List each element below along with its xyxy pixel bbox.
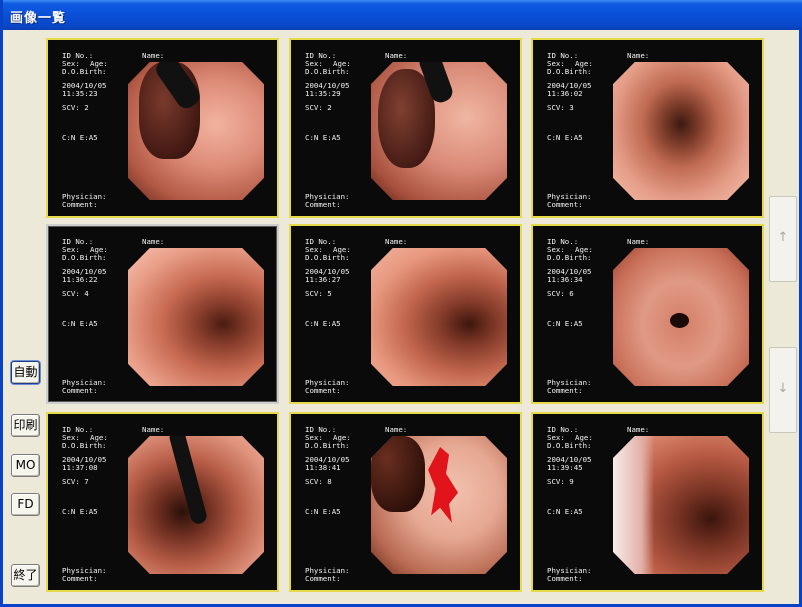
image-list-window: 画像一覧 ID No.: Name: Sex: Age: D.O.Birth: … (0, 0, 802, 607)
scv-value: SCV: 3 (547, 103, 574, 112)
endoscopy-image (371, 62, 507, 200)
capture-time: 11:36:22 (62, 275, 98, 284)
scv-value: SCV: 6 (547, 289, 574, 298)
print-button[interactable]: 印刷 (11, 414, 40, 437)
auto-button[interactable]: 自動 (11, 361, 40, 384)
scv-value: SCV: 2 (305, 103, 332, 112)
endoscopy-image (613, 436, 749, 574)
birth-date-label: D.O.Birth: (305, 67, 350, 76)
birth-date-label: D.O.Birth: (62, 441, 107, 450)
image-tile[interactable]: ID No.: Name: Sex: Age: D.O.Birth: 2004/… (531, 38, 764, 218)
endoscopy-image (128, 436, 264, 574)
comment-label: Comment: (62, 574, 98, 583)
capture-time: 11:39:45 (547, 463, 583, 472)
name-label: Name: (627, 425, 650, 434)
comment-label: Comment: (547, 386, 583, 395)
name-label: Name: (385, 425, 408, 434)
image-tile[interactable]: ID No.: Name: Sex: Age: D.O.Birth: 2004/… (531, 412, 764, 592)
image-tile[interactable]: ID No.: Name: Sex: Age: D.O.Birth: 2004/… (46, 38, 279, 218)
image-tile[interactable]: ID No.: Name: Sex: Age: D.O.Birth: 2004/… (289, 412, 522, 592)
birth-date-label: D.O.Birth: (62, 253, 107, 262)
setting-code: C:N E:A5 (62, 319, 98, 328)
birth-date-label: D.O.Birth: (305, 253, 350, 262)
name-label: Name: (142, 51, 165, 60)
mo-button[interactable]: MO (11, 454, 40, 477)
comment-label: Comment: (305, 574, 341, 583)
comment-label: Comment: (305, 386, 341, 395)
setting-code: C:N E:A5 (547, 133, 583, 142)
name-label: Name: (142, 425, 165, 434)
image-tile[interactable]: ID No.: Name: Sex: Age: D.O.Birth: 2004/… (289, 224, 522, 404)
setting-code: C:N E:A5 (547, 507, 583, 516)
fd-button[interactable]: FD (11, 493, 40, 516)
comment-label: Comment: (547, 200, 583, 209)
scv-value: SCV: 8 (305, 477, 332, 486)
image-tile[interactable]: ID No.: Name: Sex: Age: D.O.Birth: 2004/… (46, 412, 279, 592)
scroll-up-button[interactable]: ↑ (769, 196, 797, 282)
endoscopy-image (128, 248, 264, 386)
endoscopy-image (613, 248, 749, 386)
image-tile[interactable]: ID No.: Name: Sex: Age: D.O.Birth: 2004/… (46, 224, 279, 404)
image-tile[interactable]: ID No.: Name: Sex: Age: D.O.Birth: 2004/… (531, 224, 764, 404)
title-bar[interactable]: 画像一覧 (3, 0, 802, 30)
endoscopy-image (371, 248, 507, 386)
comment-label: Comment: (62, 200, 98, 209)
endoscopy-image (128, 62, 264, 200)
name-label: Name: (385, 51, 408, 60)
capture-time: 11:36:34 (547, 275, 583, 284)
exit-button[interactable]: 終了 (11, 564, 40, 587)
capture-time: 11:35:23 (62, 89, 98, 98)
capture-time: 11:38:41 (305, 463, 341, 472)
name-label: Name: (142, 237, 165, 246)
capture-time: 11:36:27 (305, 275, 341, 284)
up-arrow-icon: ↑ (777, 230, 789, 245)
image-tile[interactable]: ID No.: Name: Sex: Age: D.O.Birth: 2004/… (289, 38, 522, 218)
birth-date-label: D.O.Birth: (305, 441, 350, 450)
birth-date-label: D.O.Birth: (547, 253, 592, 262)
comment-label: Comment: (305, 200, 341, 209)
setting-code: C:N E:A5 (62, 507, 98, 516)
birth-date-label: D.O.Birth: (547, 67, 592, 76)
capture-time: 11:36:02 (547, 89, 583, 98)
name-label: Name: (627, 237, 650, 246)
window-title: 画像一覧 (10, 11, 67, 26)
endoscopy-image (371, 436, 507, 574)
scv-value: SCV: 4 (62, 289, 89, 298)
scv-value: SCV: 7 (62, 477, 89, 486)
scv-value: SCV: 5 (305, 289, 332, 298)
down-arrow-icon: ↓ (777, 381, 789, 396)
setting-code: C:N E:A5 (305, 133, 341, 142)
capture-time: 11:35:29 (305, 89, 341, 98)
scroll-down-button[interactable]: ↓ (769, 347, 797, 433)
comment-label: Comment: (62, 386, 98, 395)
capture-time: 11:37:08 (62, 463, 98, 472)
name-label: Name: (385, 237, 408, 246)
scv-value: SCV: 9 (547, 477, 574, 486)
setting-code: C:N E:A5 (305, 319, 341, 328)
setting-code: C:N E:A5 (547, 319, 583, 328)
scv-value: SCV: 2 (62, 103, 89, 112)
name-label: Name: (627, 51, 650, 60)
birth-date-label: D.O.Birth: (62, 67, 107, 76)
setting-code: C:N E:A5 (62, 133, 98, 142)
birth-date-label: D.O.Birth: (547, 441, 592, 450)
comment-label: Comment: (547, 574, 583, 583)
endoscopy-image (613, 62, 749, 200)
setting-code: C:N E:A5 (305, 507, 341, 516)
